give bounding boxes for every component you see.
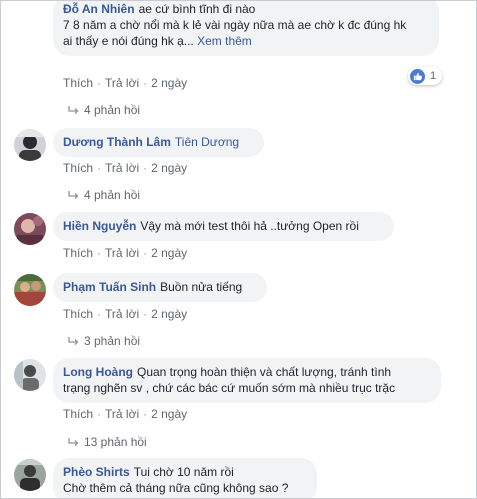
avatar[interactable] xyxy=(14,459,46,491)
replies-count: 4 phản hồi xyxy=(84,188,141,202)
avatar[interactable] xyxy=(14,129,46,161)
see-more-link[interactable]: Xem thêm xyxy=(197,34,252,48)
like-link[interactable]: Thích xyxy=(63,246,93,260)
comment-author[interactable]: Long Hoàng xyxy=(63,365,133,379)
reply-arrow-icon xyxy=(68,438,79,446)
reply-link[interactable]: Trả lời xyxy=(105,407,139,421)
reply-link[interactable]: Trả lời xyxy=(105,307,139,321)
timestamp[interactable]: 2 ngày xyxy=(151,161,187,175)
like-link[interactable]: Thích xyxy=(63,407,93,421)
comment-text: trạng nghẽn sv , chứ các bác cứ muốn sớm… xyxy=(63,381,396,395)
like-link[interactable]: Thích xyxy=(63,307,93,321)
reply-link[interactable]: Trả lời xyxy=(105,246,139,260)
comment-author[interactable]: Đỗ An Nhiên xyxy=(63,2,135,16)
comment-author[interactable]: Dương Thành Lâm xyxy=(63,135,171,149)
reaction-count-badge[interactable]: 1 xyxy=(408,67,443,85)
comment-bubble: Phạm Tuấn Sinh Buồn nửa tiếng xyxy=(53,273,267,302)
comment-bubble: Đỗ An Nhiên ae cứ bình tĩnh đi nào 7 8 nă… xyxy=(53,1,439,56)
timestamp[interactable]: 2 ngày xyxy=(151,246,187,260)
comment-bubble: Hiền Nguyễn Vậy mà mới test thôi hả ..tưở… xyxy=(53,212,394,241)
avatar[interactable] xyxy=(14,213,46,245)
replies-count: 13 phản hồi xyxy=(84,435,147,449)
comment-actions: Thích · Trả lời · 2 ngày xyxy=(63,407,188,421)
comment-bubble: Dương Thành Lâm Tiên Dương xyxy=(53,128,264,157)
comment-text: Chờ thêm cả tháng nữa cũng không sao ? xyxy=(63,481,289,495)
view-replies-link[interactable]: 13 phản hồi xyxy=(68,435,147,449)
timestamp[interactable]: 2 ngày xyxy=(151,407,187,421)
replies-count: 3 phản hồi xyxy=(84,334,141,348)
reply-link[interactable]: Trả lời xyxy=(105,161,139,175)
comment-thread: Đỗ An Nhiên ae cứ bình tĩnh đi nào 7 8 nă… xyxy=(0,0,477,499)
reaction-count: 1 xyxy=(430,70,437,82)
avatar[interactable] xyxy=(14,274,46,306)
reply-arrow-icon xyxy=(68,191,79,199)
like-link[interactable]: Thích xyxy=(63,76,93,90)
mention-link[interactable]: Tiên Dương xyxy=(175,135,239,149)
comment-text: ai thấy e nói đúng hk ạ... xyxy=(63,34,194,48)
view-replies-link[interactable]: 4 phản hồi xyxy=(68,103,140,117)
comment-actions: Thích · Trả lời · 2 ngày xyxy=(63,246,188,260)
view-replies-link[interactable]: 3 phản hồi xyxy=(68,334,140,348)
comment-author[interactable]: Phèo Shirts xyxy=(63,465,130,479)
timestamp[interactable]: 2 ngày xyxy=(151,76,187,90)
comment-author[interactable]: Hiền Nguyễn xyxy=(63,219,136,233)
avatar[interactable] xyxy=(14,359,46,391)
comment-text: Quan trọng hoàn thiện và chất lượng, trá… xyxy=(136,365,392,379)
comment-actions: Thích · Trả lời · 2 ngày xyxy=(63,161,188,175)
comment-actions: Thích · Trả lời · 2 ngày xyxy=(63,307,188,321)
comment-text: Buồn nửa tiếng xyxy=(160,280,243,294)
reply-arrow-icon xyxy=(68,337,79,345)
comment-author[interactable]: Phạm Tuấn Sinh xyxy=(63,280,156,294)
timestamp[interactable]: 2 ngày xyxy=(151,307,187,321)
comment-text: ae cứ bình tĩnh đi nào xyxy=(138,2,256,16)
reply-link[interactable]: Trả lời xyxy=(105,76,139,90)
view-replies-link[interactable]: 4 phản hồi xyxy=(68,188,140,202)
like-link[interactable]: Thích xyxy=(63,161,93,175)
reply-arrow-icon xyxy=(68,106,79,114)
like-icon xyxy=(410,68,425,84)
comment-text: Tui chờ 10 năm rồi xyxy=(133,465,234,479)
comment-text: 7 8 năm a chờ nổi mà k lẻ vài ngày nữa m… xyxy=(63,18,407,32)
comment-bubble: Phèo Shirts Tui chờ 10 năm rồi Chờ thêm c… xyxy=(53,458,317,498)
comment-text: Vậy mà mới test thôi hả ..tưởng Open rồi xyxy=(140,219,359,233)
replies-count: 4 phản hồi xyxy=(84,103,141,117)
comment-bubble: Long Hoàng Quan trọng hoàn thiện và chất … xyxy=(53,358,441,403)
comment-actions: Thích · Trả lời · 2 ngày xyxy=(63,76,188,90)
